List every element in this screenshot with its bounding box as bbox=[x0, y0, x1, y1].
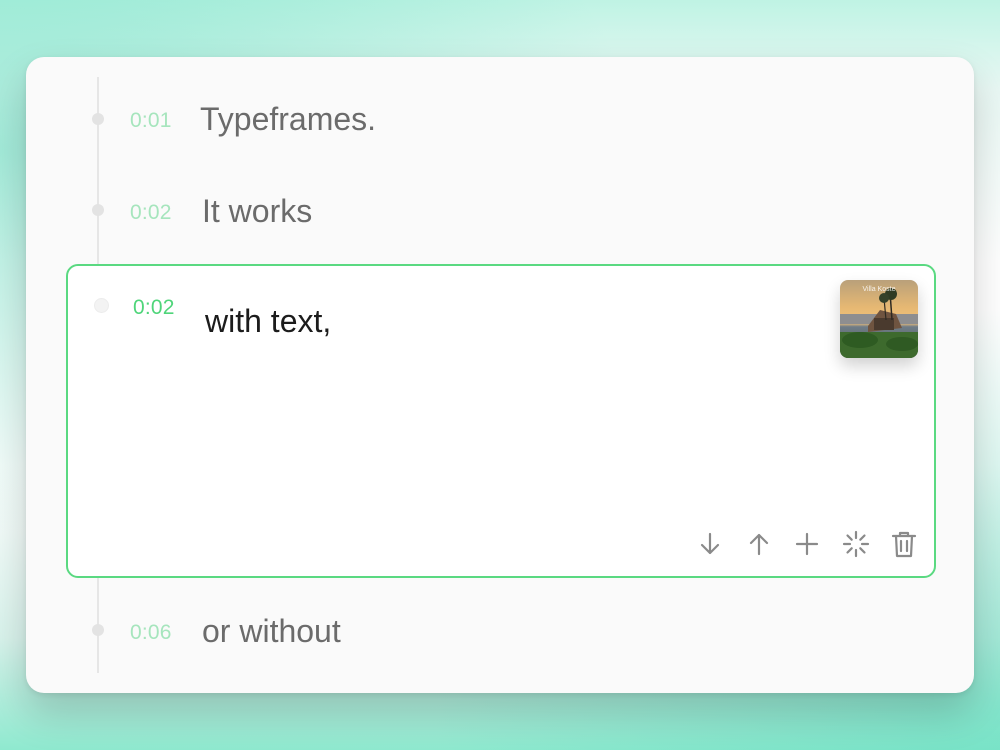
timeline-entry[interactable]: 0:02 It works bbox=[26, 167, 926, 257]
timeline-entry[interactable]: 0:06 or without bbox=[26, 587, 926, 687]
timeline-dot bbox=[94, 298, 109, 313]
entry-time: 0:02 bbox=[133, 296, 175, 319]
timeline-dot bbox=[92, 113, 104, 125]
timeline-card: 0:01 Typeframes. 0:02 It works 0:02 with… bbox=[26, 57, 974, 693]
entry-text-input[interactable]: with text, bbox=[205, 303, 331, 340]
trash-icon bbox=[891, 531, 917, 558]
entry-text: It works bbox=[202, 193, 313, 229]
loading-spinner-icon bbox=[842, 530, 869, 558]
add-entry-button[interactable] bbox=[791, 528, 823, 560]
loading-button[interactable] bbox=[840, 528, 872, 560]
entry-time: 0:02 bbox=[130, 201, 172, 224]
move-down-button[interactable] bbox=[694, 528, 726, 560]
entry-time: 0:01 bbox=[130, 109, 172, 132]
active-entry-editor[interactable]: 0:02 with text, Villa Koste bbox=[66, 264, 936, 578]
timeline-dot bbox=[92, 204, 104, 216]
timeline-entry[interactable]: 0:01 Typeframes. bbox=[26, 57, 926, 167]
entry-text: Typeframes. bbox=[200, 101, 377, 137]
timeline-dot bbox=[92, 624, 104, 636]
entry-toolbar bbox=[694, 524, 920, 564]
plus-icon bbox=[795, 532, 819, 556]
thumbnail-caption: Villa Koste bbox=[862, 286, 896, 293]
move-up-button[interactable] bbox=[743, 528, 775, 560]
media-thumbnail[interactable]: Villa Koste bbox=[840, 280, 918, 358]
delete-entry-button[interactable] bbox=[888, 528, 920, 560]
entry-text: or without bbox=[202, 613, 341, 649]
arrow-up-icon bbox=[749, 533, 768, 556]
arrow-down-icon bbox=[700, 532, 720, 555]
entry-time: 0:06 bbox=[130, 621, 172, 644]
